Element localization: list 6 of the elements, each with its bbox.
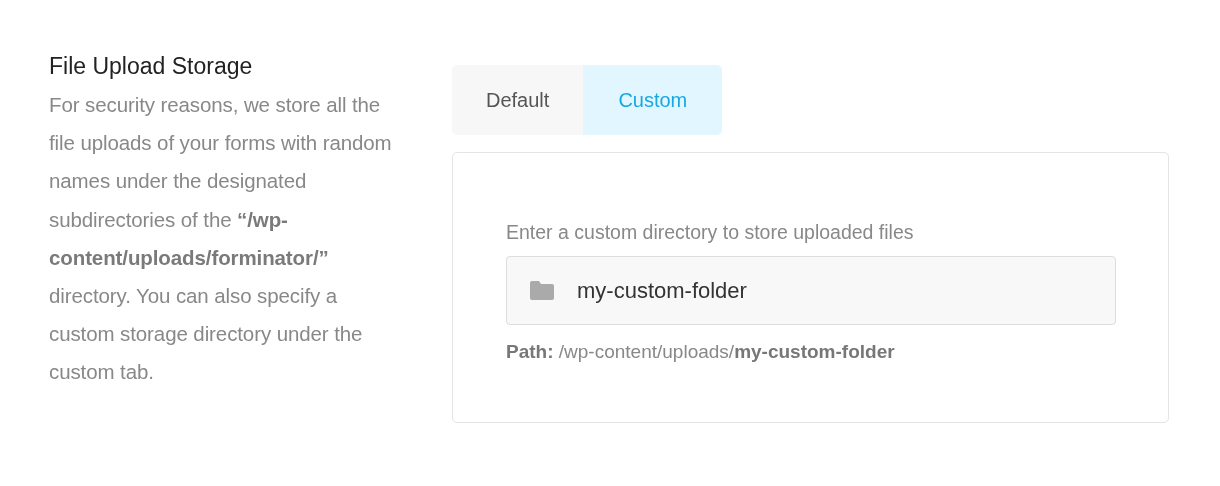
section-title: File Upload Storage — [49, 52, 254, 81]
tab[interactable]: Default — [452, 65, 584, 135]
section-description: For security reasons, we store all the file uploads of your forms with random names under the designated subdirectories of the “/wp-content/uploads/forminator/” directory. You can also specify a custom storage directory under the custom tab. — [49, 92, 393, 386]
path-text: Path: /wp-content/uploads/my-custom-folder — [506, 341, 896, 363]
field-label: Enter a custom directory to store uploaded files — [506, 220, 915, 245]
directory-field[interactable]: my-custom-folder — [506, 256, 1116, 325]
